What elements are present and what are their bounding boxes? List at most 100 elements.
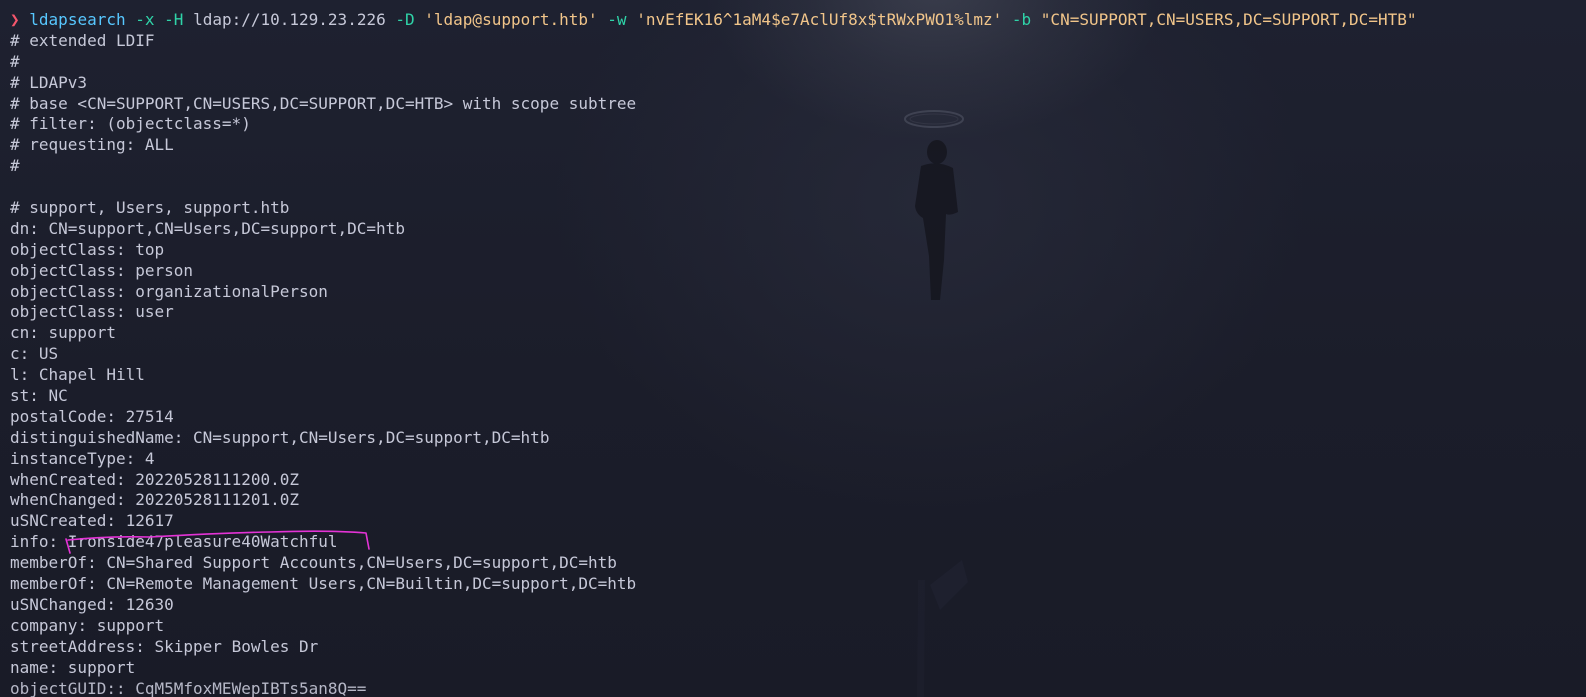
attribute-separator: : xyxy=(115,490,136,510)
ldif-attribute-line: company: support xyxy=(10,616,1586,637)
output-comment-line: # base <CN=SUPPORT,CN=USERS,DC=SUPPORT,D… xyxy=(10,93,637,113)
attribute-value: CN=Remote Management Users,CN=Builtin,DC… xyxy=(106,574,637,594)
attribute-separator: : xyxy=(115,302,136,322)
attribute-key: postalCode xyxy=(10,406,107,426)
terminal-window[interactable]: ❯ ldapsearch -x -H ldap://10.129.23.226 … xyxy=(0,0,1586,697)
attribute-key: c xyxy=(10,344,20,364)
command-program: ldapsearch xyxy=(29,10,126,29)
attribute-value: CN=support,CN=Users,DC=support,DC=htb xyxy=(48,218,405,238)
ldif-attribute-line: uSNCreated: 12617 xyxy=(10,511,1586,532)
ldif-attribute-line: memberOf: CN=Remote Management Users,CN=… xyxy=(10,574,1586,595)
attribute-separator: : xyxy=(106,406,126,426)
attribute-separator: : xyxy=(48,657,68,677)
attribute-value: Chapel Hill xyxy=(38,365,145,385)
output-blank-line xyxy=(10,177,1586,198)
ldif-attribute-line: distinguishedName: CN=support,CN=Users,D… xyxy=(10,428,1586,449)
ldif-attribute-line: postalCode: 27514 xyxy=(10,407,1586,428)
attribute-separator: : xyxy=(106,594,126,614)
attribute-separator: : xyxy=(19,344,39,364)
attribute-value: 4 xyxy=(144,448,155,468)
ldif-attribute-line: streetAddress: Skipper Bowles Dr xyxy=(10,637,1586,658)
attribute-value: 12617 xyxy=(125,511,174,531)
attribute-key: memberOf xyxy=(10,553,88,573)
attribute-separator: : xyxy=(19,365,39,385)
attribute-separator: : xyxy=(115,281,136,301)
attribute-key: instanceType xyxy=(10,448,126,468)
attribute-value: top xyxy=(135,239,165,259)
attribute-value: 20220528111201.0Z xyxy=(135,490,299,510)
attribute-separator: : xyxy=(87,553,107,573)
attribute-separator: : xyxy=(29,218,49,238)
ldif-attribute-line: memberOf: CN=Shared Support Accounts,CN=… xyxy=(10,553,1586,574)
info-password-value: Ironside47pleasure40Watchful xyxy=(67,532,338,552)
attribute-value: CN=support,CN=Users,DC=support,DC=htb xyxy=(193,427,550,447)
attribute-separator: : xyxy=(173,427,194,447)
attribute-value: NC xyxy=(48,386,68,406)
attribute-value: person xyxy=(135,260,194,280)
terminal-output: ❯ ldapsearch -x -H ldap://10.129.23.226 … xyxy=(10,10,1586,697)
output-comment-line: # support, Users, support.htb xyxy=(10,198,290,218)
attribute-key: cn xyxy=(10,323,30,343)
command-flag: -b xyxy=(1011,10,1032,29)
command-line: ❯ ldapsearch -x -H ldap://10.129.23.226 … xyxy=(10,10,1586,31)
output-comment-line: # filter: (objectclass=*) xyxy=(10,114,251,134)
ldif-attribute-line: l: Chapel Hill xyxy=(10,365,1586,386)
ldif-attribute-line: objectClass: organizationalPerson xyxy=(10,282,1586,303)
command-flag: -w xyxy=(607,10,627,29)
attribute-key: streetAddress xyxy=(10,636,136,656)
output-comment-line: # requesting: ALL xyxy=(10,135,174,155)
attribute-key: name xyxy=(10,657,49,677)
attribute-key: objectClass xyxy=(10,260,116,280)
attribute-key: dn xyxy=(10,218,30,238)
ldif-attribute-line: name: support xyxy=(10,658,1586,679)
attribute-key: objectClass xyxy=(10,281,116,301)
attribute-value: 27514 xyxy=(125,406,174,426)
chevron-right-icon: ❯ xyxy=(10,10,20,29)
attribute-separator: : xyxy=(77,615,97,635)
attribute-value: CN=Shared Support Accounts,CN=Users,DC=s… xyxy=(106,553,617,573)
attribute-key: objectGUID: xyxy=(10,678,116,697)
command-base-dn: "CN=SUPPORT,CN=USERS,DC=SUPPORT,DC=HTB" xyxy=(1040,10,1417,29)
ldif-attribute-line: cn: support xyxy=(10,323,1586,344)
attribute-value: support xyxy=(96,615,165,635)
attribute-separator: : xyxy=(125,448,145,468)
attribute-key: st xyxy=(10,386,30,406)
ldif-attribute-line: whenCreated: 20220528111200.0Z xyxy=(10,470,1586,491)
attribute-value: 20220528111200.0Z xyxy=(135,469,299,489)
ldif-attribute-line-cut-off: objectGUID:: CqM5MfoxMEWepIBTs5an8Q== xyxy=(10,679,1586,697)
command-password: 'nvEfEK16^1aM4$e7AclUf8x$tRWxPWO1%lmz' xyxy=(636,10,1003,29)
output-comment-line: # LDAPv3 xyxy=(10,72,88,92)
attribute-key: info xyxy=(10,532,49,552)
attribute-separator: : xyxy=(115,678,136,697)
attribute-key: memberOf xyxy=(10,574,88,594)
attribute-key: whenChanged xyxy=(10,490,116,510)
command-bind-dn: 'ldap@support.htb' xyxy=(424,10,598,29)
output-comment-line: # xyxy=(10,156,20,176)
attribute-value: US xyxy=(38,344,59,364)
attribute-key: uSNCreated xyxy=(10,511,107,531)
ldif-attribute-line: objectClass: user xyxy=(10,302,1586,323)
attribute-key: uSNChanged xyxy=(10,594,107,614)
output-comment-line: # xyxy=(10,51,20,71)
attribute-separator: : xyxy=(87,574,107,594)
attribute-value: CqM5MfoxMEWepIBTs5an8Q== xyxy=(135,678,367,697)
ldif-attribute-line: uSNChanged: 12630 xyxy=(10,595,1586,616)
command-flag: -D xyxy=(395,10,415,29)
attribute-key: l xyxy=(10,365,20,385)
attribute-separator: : xyxy=(48,532,68,552)
attribute-value: organizationalPerson xyxy=(135,281,328,301)
attribute-value: user xyxy=(135,302,174,322)
attribute-value: support xyxy=(67,657,136,677)
attribute-key: distinguishedName xyxy=(10,427,174,447)
ldif-attribute-line: instanceType: 4 xyxy=(10,449,1586,470)
output-comment-line: # extended LDIF xyxy=(10,30,155,50)
attribute-separator: : xyxy=(106,511,126,531)
command-flag: -x xyxy=(135,10,155,29)
attribute-key: company xyxy=(10,615,78,635)
ldif-attribute-line-highlighted: info: Ironside47pleasure40Watchful xyxy=(10,532,1586,553)
ldif-attribute-line: st: NC xyxy=(10,386,1586,407)
command-host: ldap://10.129.23.226 xyxy=(193,10,386,29)
attribute-value: Skipper Bowles Dr xyxy=(154,636,319,656)
ldif-attribute-line: objectClass: person xyxy=(10,261,1586,282)
attribute-separator: : xyxy=(29,323,49,343)
